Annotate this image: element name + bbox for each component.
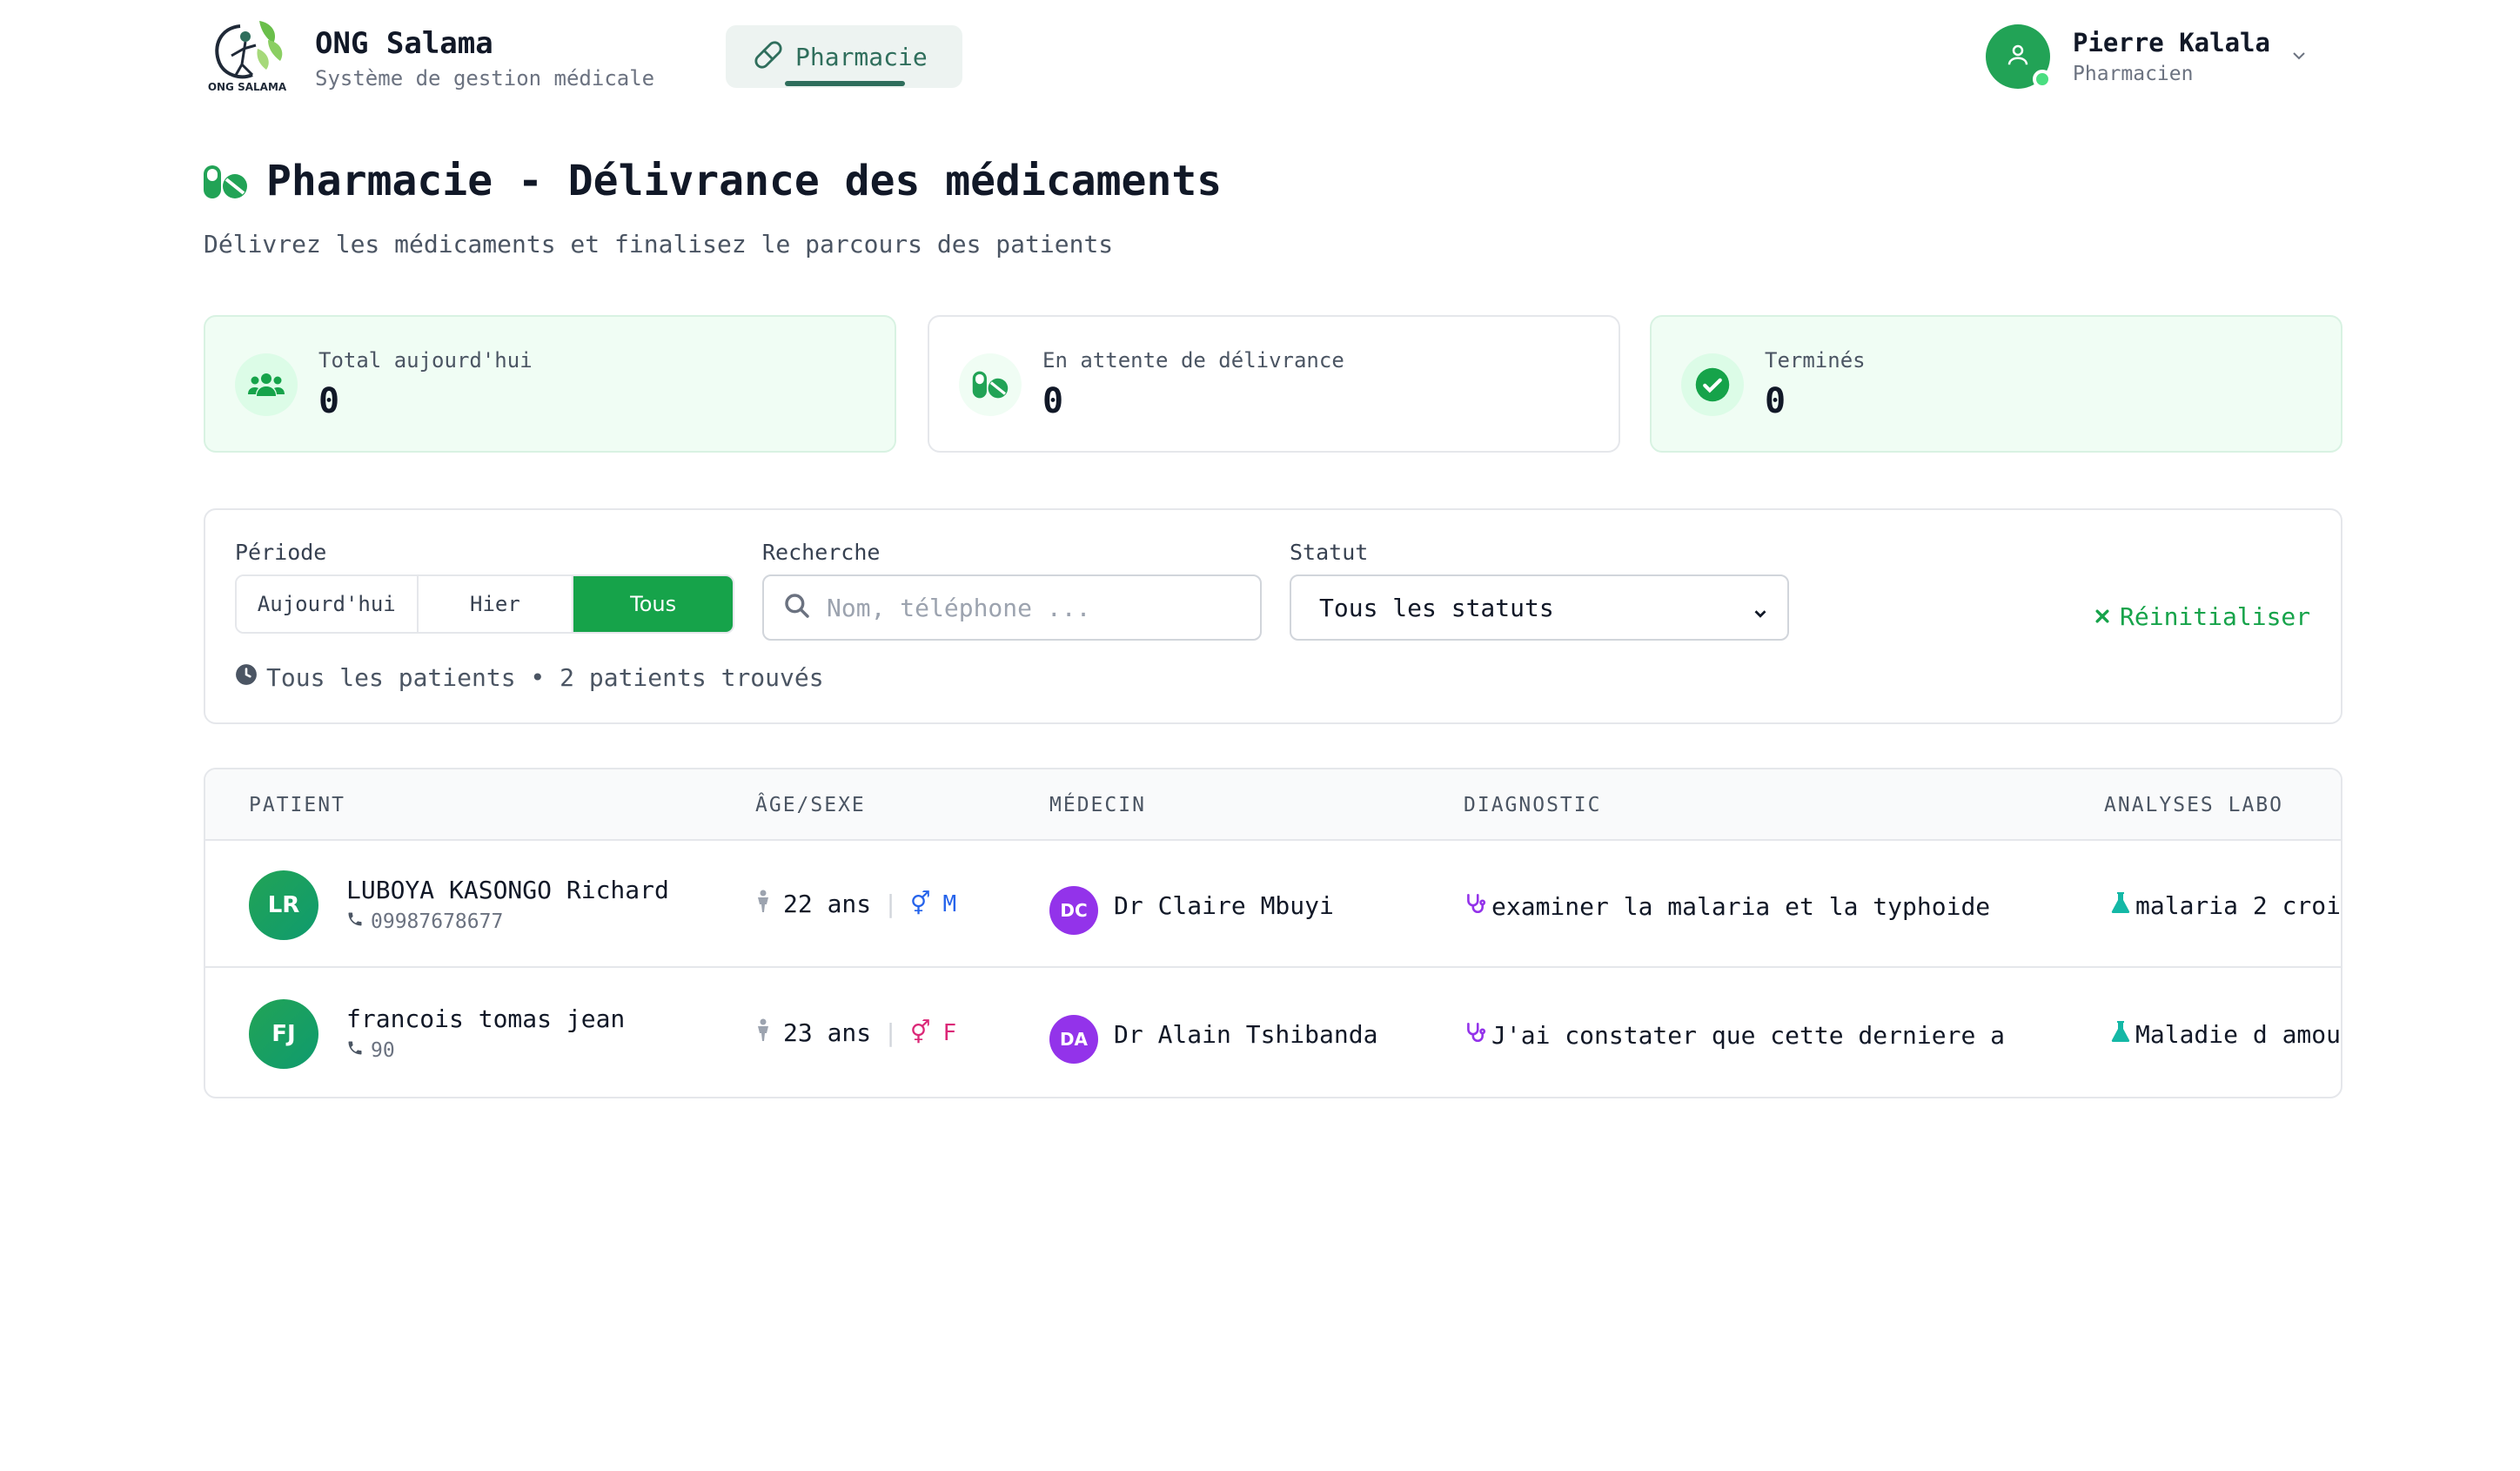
period-yesterday-button[interactable]: Hier	[418, 576, 574, 632]
column-header-patient: PATIENT	[249, 794, 345, 816]
tab-pharmacie-label: Pharmacie	[795, 42, 928, 71]
patient-phone-text: 09987678677	[371, 910, 504, 933]
reset-filters-button[interactable]: Réinitialiser	[2094, 602, 2310, 631]
results-summary-text: Tous les patients • 2 patients trouvés	[266, 663, 824, 692]
stat-label: En attente de délivrance	[1042, 348, 1344, 373]
reset-label: Réinitialiser	[2120, 602, 2311, 631]
check-circle-icon	[1681, 353, 1744, 416]
stethoscope-icon	[1464, 1020, 1486, 1051]
separator: |	[883, 1018, 899, 1047]
age-sex-cell: 22 ans | ⚥ M	[755, 890, 956, 918]
online-status-dot	[2033, 70, 2052, 89]
stat-value: 0	[1765, 381, 1786, 421]
stethoscope-icon	[1464, 891, 1486, 922]
person-icon	[755, 890, 771, 918]
stat-card-done: Terminés 0	[1650, 315, 2342, 453]
flask-icon	[2111, 891, 2130, 920]
search-label: Recherche	[762, 540, 881, 565]
active-tab-indicator	[785, 81, 905, 86]
ong-salama-logo[interactable]: ONG SALAMA	[205, 14, 289, 94]
column-header-age-sex: ÂGE/SEXE	[755, 794, 866, 816]
patient-sex: M	[942, 890, 957, 917]
doctor-name: Dr Alain Tshibanda	[1114, 1020, 1378, 1049]
period-today-button[interactable]: Aujourd'hui	[237, 576, 419, 632]
filters-panel: Période Aujourd'hui Hier Tous Recherche …	[204, 508, 2342, 724]
page-title: Pharmacie - Délivrance des médicaments	[266, 157, 1223, 205]
person-icon	[755, 1018, 771, 1047]
top-header: ONG SALAMA ONG Salama Système de gestion…	[0, 0, 2520, 113]
page-subtitle: Délivrez les médicaments et finalisez le…	[204, 230, 1114, 259]
period-toggle: Aujourd'hui Hier Tous	[235, 574, 734, 634]
column-header-diagnostic: DIAGNOSTIC	[1464, 794, 1602, 816]
phone-icon	[346, 1039, 364, 1062]
column-header-lab: ANALYSES LABO	[2104, 794, 2284, 816]
patient-phone: 09987678677	[346, 910, 503, 933]
table-header: PATIENT ÂGE/SEXE MÉDECIN DIAGNOSTIC ANAL…	[205, 769, 2341, 841]
tab-pharmacie[interactable]: Pharmacie	[726, 25, 962, 88]
diagnostic-cell: examiner la malaria et la typhoide	[1464, 891, 2003, 922]
diagnostic-text: examiner la malaria et la typhoide	[1491, 892, 1991, 921]
search-icon	[783, 592, 811, 623]
patient-sex: F	[942, 1019, 957, 1046]
status-select[interactable]: Tous les statuts	[1290, 574, 1789, 641]
patient-avatar: LR	[249, 870, 318, 940]
stat-card-total: Total aujourd'hui 0	[204, 315, 896, 453]
patient-name: LUBOYA KASONGO Richard	[346, 876, 669, 904]
pills-icon	[202, 164, 249, 200]
close-icon	[2094, 602, 2111, 631]
patient-age: 22 ans	[783, 890, 872, 918]
search-field[interactable]	[762, 574, 1262, 641]
stat-card-pending: En attente de délivrance 0	[928, 315, 1620, 453]
pill-icon	[754, 40, 783, 73]
flask-icon	[2111, 1020, 2130, 1049]
patient-name: francois tomas jean	[346, 1004, 626, 1033]
chevron-down-icon	[1751, 601, 1770, 629]
doctor-name: Dr Claire Mbuyi	[1114, 891, 1334, 920]
stat-label: Terminés	[1765, 348, 1866, 373]
gender-icon: ⚥	[910, 890, 931, 917]
lab-cell: Maladie d amou	[2111, 1020, 2341, 1049]
table-row[interactable]: LR LUBOYA KASONGO Richard 09987678677 22…	[205, 841, 2341, 968]
brand-title: ONG Salama	[315, 26, 493, 61]
chevron-down-icon[interactable]	[2287, 45, 2311, 66]
brand-subtitle: Système de gestion médicale	[315, 66, 655, 91]
lab-text: malaria 2 croi	[2135, 891, 2342, 920]
diagnostic-cell: J'ai constater que cette derniere a…	[1464, 1020, 2003, 1051]
user-name: Pierre Kalala	[2073, 28, 2270, 57]
lab-cell: malaria 2 croi	[2111, 891, 2341, 920]
search-input[interactable]	[827, 593, 1227, 622]
doctor-avatar: DC	[1049, 886, 1098, 935]
patient-age: 23 ans	[783, 1018, 872, 1047]
stat-value: 0	[1042, 381, 1064, 421]
diagnostic-text: J'ai constater que cette derniere a…	[1491, 1021, 2003, 1050]
period-all-button[interactable]: Tous	[573, 576, 733, 632]
lab-text: Maladie d amou	[2135, 1020, 2342, 1049]
stat-value: 0	[318, 381, 340, 421]
age-sex-cell: 23 ans | ⚥ F	[755, 1018, 956, 1047]
table-row[interactable]: FJ francois tomas jean 90 23 ans | ⚥ F D…	[205, 970, 2341, 1097]
logo-text: ONG SALAMA	[208, 81, 287, 93]
gender-icon: ⚥	[910, 1019, 931, 1046]
patient-avatar: FJ	[249, 999, 318, 1069]
stat-label: Total aujourd'hui	[318, 348, 533, 373]
period-label: Période	[235, 540, 327, 565]
patients-table: PATIENT ÂGE/SEXE MÉDECIN DIAGNOSTIC ANAL…	[204, 768, 2342, 1098]
doctor-avatar: DA	[1049, 1015, 1098, 1064]
results-summary: Tous les patients • 2 patients trouvés	[235, 663, 824, 692]
patient-phone: 90	[346, 1039, 395, 1062]
clock-icon	[235, 663, 258, 692]
phone-icon	[346, 910, 364, 933]
patient-phone-text: 90	[371, 1039, 395, 1062]
user-icon	[2005, 42, 2031, 71]
pills-icon	[959, 353, 1022, 416]
column-header-doctor: MÉDECIN	[1049, 794, 1146, 816]
users-icon	[235, 353, 298, 416]
status-select-value: Tous les statuts	[1319, 593, 1554, 622]
status-label: Statut	[1290, 540, 1369, 565]
separator: |	[883, 890, 899, 918]
user-role: Pharmacien	[2073, 63, 2194, 85]
